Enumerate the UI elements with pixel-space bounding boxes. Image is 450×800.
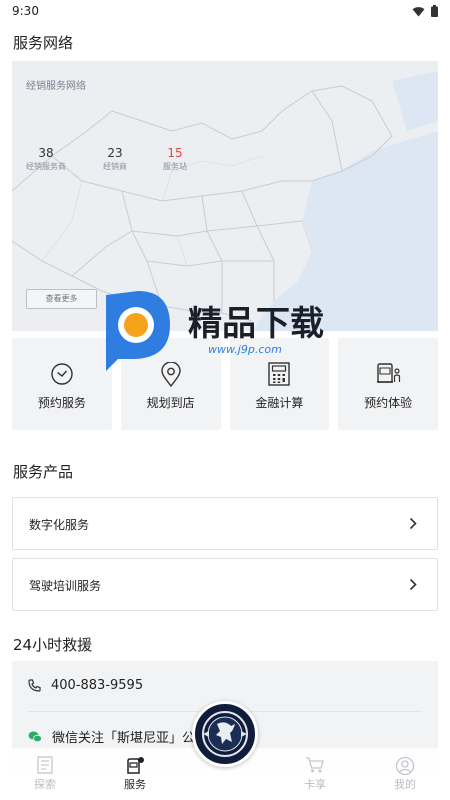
stat-dealer[interactable]: 23 经销商	[98, 146, 132, 172]
stat-dealer-service[interactable]: 38 经销服务商	[26, 146, 66, 172]
wechat-icon	[28, 731, 42, 742]
view-more-button[interactable]: 查看更多	[26, 289, 97, 309]
stat-value: 38	[38, 146, 54, 160]
service-icon	[127, 757, 144, 774]
tab-label: 我的	[394, 778, 416, 791]
quick-action-label: 预约体验	[364, 396, 413, 410]
cart-icon	[306, 757, 324, 773]
wifi-icon	[412, 6, 425, 16]
tab-label: 服务	[124, 778, 146, 791]
quick-action-label: 金融计算	[255, 396, 304, 410]
product-digital-service[interactable]: 数字化服务	[12, 497, 438, 550]
stat-service-station[interactable]: 15 服务站	[158, 146, 192, 172]
phone-icon	[28, 679, 41, 692]
profile-icon	[395, 756, 415, 776]
stat-value: 15	[167, 146, 183, 160]
rescue-section-title: 24小时救援	[13, 636, 93, 654]
product-label: 驾驶培训服务	[29, 579, 102, 593]
chevron-right-icon	[409, 517, 417, 530]
truck-driver-icon	[377, 363, 401, 383]
chevron-right-icon	[409, 578, 417, 591]
tab-service[interactable]: 服务	[90, 748, 180, 800]
products-section-title: 服务产品	[13, 463, 74, 481]
explore-icon	[37, 756, 53, 774]
status-bar: 9:30	[0, 0, 450, 24]
stat-value: 23	[107, 146, 123, 160]
battery-icon	[431, 5, 438, 17]
rescue-wechat-row[interactable]: 微信关注「斯堪尼亚」公	[28, 727, 195, 746]
watermark-logo: 精品下载 www.j9p.com	[106, 291, 324, 371]
griffin-logo-icon	[202, 711, 248, 757]
quick-action-label: 规划到店	[146, 396, 195, 410]
status-time: 9:30	[12, 4, 39, 18]
map-caption: 经销服务网络	[26, 81, 86, 92]
tab-explore[interactable]: 探索	[0, 748, 90, 800]
network-section-title: 服务网络	[13, 34, 74, 52]
product-label: 数字化服务	[29, 518, 90, 532]
clock-icon	[51, 363, 73, 385]
stat-label: 经销服务商	[26, 162, 66, 171]
rescue-phone-number: 400-883-9595	[51, 678, 144, 693]
watermark-title: 精品下载	[188, 304, 324, 344]
tab-label: 卡享	[304, 778, 326, 791]
quick-action-label: 预约服务	[37, 396, 86, 410]
tab-label: 探索	[34, 778, 56, 791]
rescue-wechat-text: 微信关注「斯堪尼亚」公	[52, 731, 196, 746]
center-logo-button[interactable]	[192, 701, 258, 767]
tab-mine[interactable]: 我的	[360, 748, 450, 800]
stat-label: 服务站	[163, 162, 187, 171]
stat-label: 经销商	[103, 162, 127, 171]
watermark-url: www.j9p.com	[208, 343, 282, 356]
tab-share[interactable]: 卡享	[270, 748, 360, 800]
product-driver-training[interactable]: 驾驶培训服务	[12, 558, 438, 611]
rescue-phone-row[interactable]: 400-883-9595	[28, 678, 143, 693]
